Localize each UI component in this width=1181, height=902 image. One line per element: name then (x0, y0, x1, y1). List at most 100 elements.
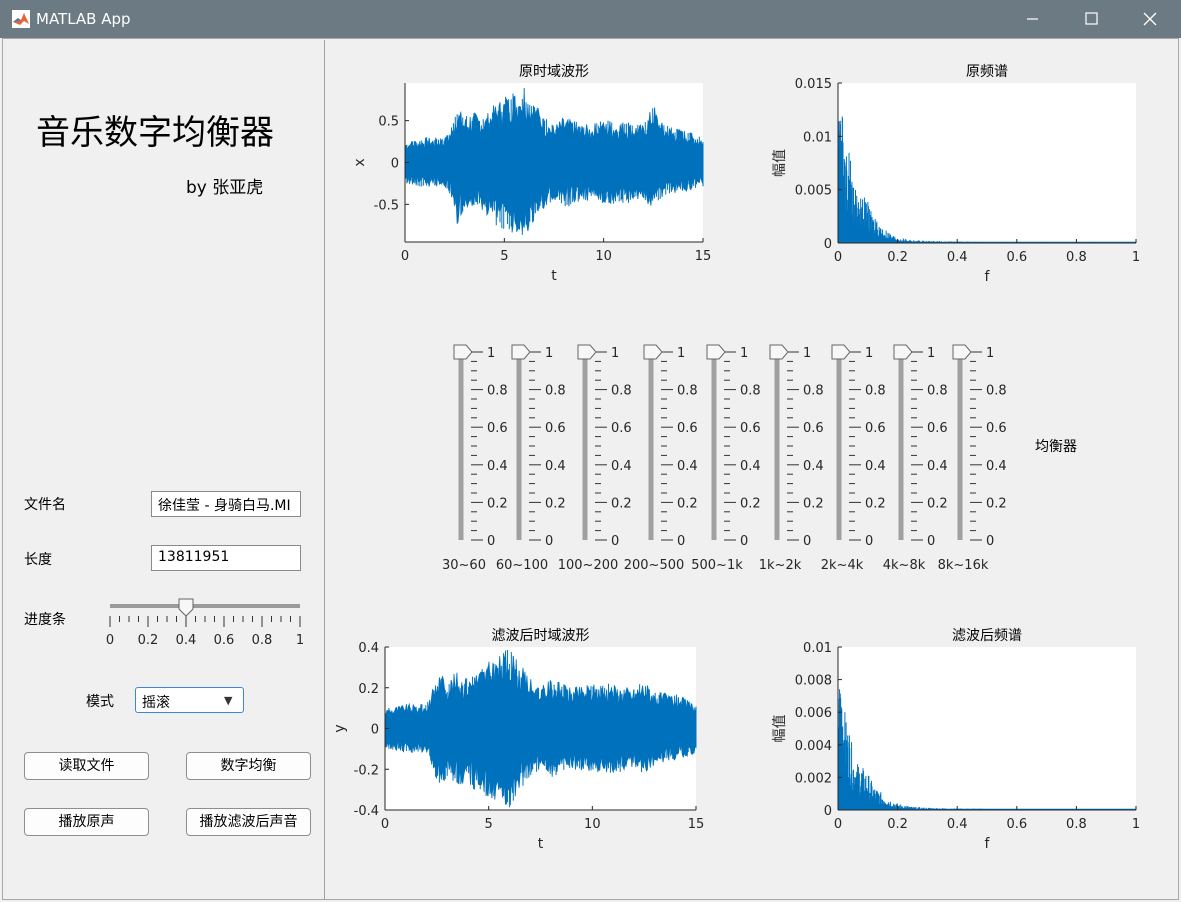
progress-label: 进度条 (24, 612, 66, 628)
eq-band-label: 200~500 (624, 558, 685, 573)
y-tick-label: 0.006 (795, 706, 832, 721)
x-axis-label: t (538, 836, 544, 852)
y-tick-label: 0.2 (358, 682, 379, 697)
length-label: 长度 (24, 552, 52, 568)
eq-tick-label: 0.6 (677, 421, 698, 436)
eq-tick-label: 0.6 (865, 421, 886, 436)
y-tick-label: 0.01 (803, 641, 832, 656)
eq-slider-4k~8k[interactable]: 0 0.2 0.4 0.6 0.8 1 4k~8k (883, 344, 948, 573)
chart-title: 滤波后时域波形 (492, 628, 590, 644)
chart-title: 原频谱 (966, 64, 1008, 80)
slider-track (836, 352, 842, 540)
close-icon (1143, 12, 1157, 26)
x-axis-label: t (551, 268, 557, 284)
x-tick-label: 0 (401, 249, 409, 264)
original-spectrum-chart: 0 0.2 0.4 0.6 0.8 1 0 0.005 0.01 0.015 原频谱 f 幅值 (772, 64, 1140, 285)
slider-track (957, 352, 963, 540)
slider-track (458, 352, 464, 540)
x-tick-label: 0.2 (887, 817, 908, 832)
eq-tick-label: 0 (740, 534, 748, 549)
x-tick-label: 0 (381, 817, 389, 832)
slider-track (711, 352, 717, 540)
y-tick-label: -0.5 (374, 198, 399, 213)
slider-tick-label: 0.8 (252, 633, 273, 648)
x-tick-label: 5 (500, 249, 508, 264)
eq-tick-label: 0.8 (865, 384, 886, 399)
eq-tick-label: 1 (487, 346, 495, 361)
eq-tick-label: 0.4 (865, 459, 886, 474)
y-axis-label: x (352, 158, 368, 166)
x-tick-label: 10 (584, 817, 601, 832)
close-button[interactable] (1121, 0, 1179, 38)
slider-track (648, 352, 654, 540)
x-tick-label: 0 (834, 817, 842, 832)
equalizer-panel: 00.20.40.60.8130~6000.20.40.60.8160~1000… (442, 344, 1007, 573)
y-tick-label: 0.005 (795, 184, 832, 199)
y-axis-label: 幅值 (772, 149, 788, 177)
equalize-button[interactable]: 数字均衡 (186, 752, 311, 780)
eq-band-label: 60~100 (496, 558, 548, 573)
eq-tick-label: 0 (927, 534, 935, 549)
eq-tick-label: 0.2 (927, 496, 948, 511)
eq-band-label: 4k~8k (883, 558, 926, 573)
eq-tick-label: 0.6 (986, 421, 1007, 436)
eq-tick-label: 0.4 (677, 459, 698, 474)
x-tick-label: 5 (485, 817, 493, 832)
eq-slider-30~60[interactable]: 0 0.2 0.4 0.6 0.8 1 30~60 (442, 344, 508, 573)
eq-band-label: 8k~16k (938, 558, 989, 573)
maximize-button[interactable] (1062, 0, 1120, 38)
x-tick-label: 0.8 (1066, 250, 1087, 265)
eq-band-label: 2k~4k (821, 558, 864, 573)
y-tick-label: 0 (824, 804, 832, 819)
eq-tick-label: 0.6 (487, 421, 508, 436)
eq-tick-label: 0.2 (677, 496, 698, 511)
eq-slider-200~500[interactable]: 0 0.2 0.4 0.6 0.8 1 200~500 (624, 344, 698, 573)
chart-title: 原时域波形 (519, 64, 589, 80)
eq-slider-8k~16k[interactable]: 0 0.2 0.4 0.6 0.8 1 8k~16k (938, 344, 1007, 573)
x-tick-label: 0.4 (947, 817, 968, 832)
slider-track (516, 352, 522, 540)
mode-dropdown[interactable]: 摇滚 ▼ (135, 687, 244, 713)
play-filtered-button[interactable]: 播放滤波后声音 (186, 808, 311, 836)
eq-tick-label: 1 (677, 346, 685, 361)
progress-slider[interactable]: 0 0.2 0.4 0.6 0.8 1 (100, 596, 315, 648)
y-tick-label: -0.2 (354, 763, 379, 778)
x-tick-label: 0.6 (1006, 817, 1027, 832)
slider-thumb (952, 344, 972, 360)
slider-tick-label: 0 (106, 633, 114, 648)
slider-thumb (643, 344, 663, 360)
play-original-button[interactable]: 播放原声 (24, 808, 149, 836)
eq-tick-label: 0 (677, 534, 685, 549)
eq-band-label: 100~200 (558, 558, 619, 573)
eq-slider-500~1k[interactable]: 0 0.2 0.4 0.6 0.8 1 500~1k (691, 344, 761, 573)
slider-thumb (893, 344, 913, 360)
minimize-icon (1027, 18, 1038, 20)
chart-title: 滤波后频谱 (952, 628, 1022, 644)
eq-slider-1k~2k[interactable]: 0 0.2 0.4 0.6 0.8 1 1k~2k (759, 344, 824, 573)
minimize-button[interactable] (1003, 0, 1061, 38)
eq-slider-100~200[interactable]: 0 0.2 0.4 0.6 0.8 1 100~200 (558, 344, 632, 573)
x-tick-label: 0.4 (947, 250, 968, 265)
filtered-spectrum-chart: 0 0.2 0.4 0.6 0.8 1 0 0.002 0.004 0.006 0.008 0.01 滤… (772, 628, 1140, 852)
x-tick-label: 0 (834, 250, 842, 265)
y-tick-label: -0.4 (354, 804, 379, 819)
eq-tick-label: 0.6 (803, 421, 824, 436)
slider-track (898, 352, 904, 540)
length-field[interactable]: 13811951 (151, 545, 301, 571)
y-tick-label: 0.01 (803, 130, 832, 145)
eq-tick-label: 0.4 (545, 459, 566, 474)
eq-slider-2k~4k[interactable]: 0 0.2 0.4 0.6 0.8 1 2k~4k (821, 344, 886, 573)
eq-tick-label: 0.6 (740, 421, 761, 436)
author-label: by 张亚虎 (186, 178, 264, 198)
slider-tick-label: 1 (296, 633, 304, 648)
filename-field[interactable]: 徐佳莹 - 身骑白马.MI (151, 491, 301, 517)
y-tick-label: 0.004 (795, 739, 832, 754)
eq-band-label: 30~60 (442, 558, 486, 573)
y-tick-label: 0 (824, 237, 832, 252)
mode-selected-value: 摇滚 (142, 695, 170, 711)
slider-thumb (831, 344, 851, 360)
y-tick-label: 0.015 (795, 77, 832, 92)
eq-tick-label: 0 (611, 534, 619, 549)
eq-tick-label: 0 (865, 534, 873, 549)
read-file-button[interactable]: 读取文件 (24, 752, 149, 780)
